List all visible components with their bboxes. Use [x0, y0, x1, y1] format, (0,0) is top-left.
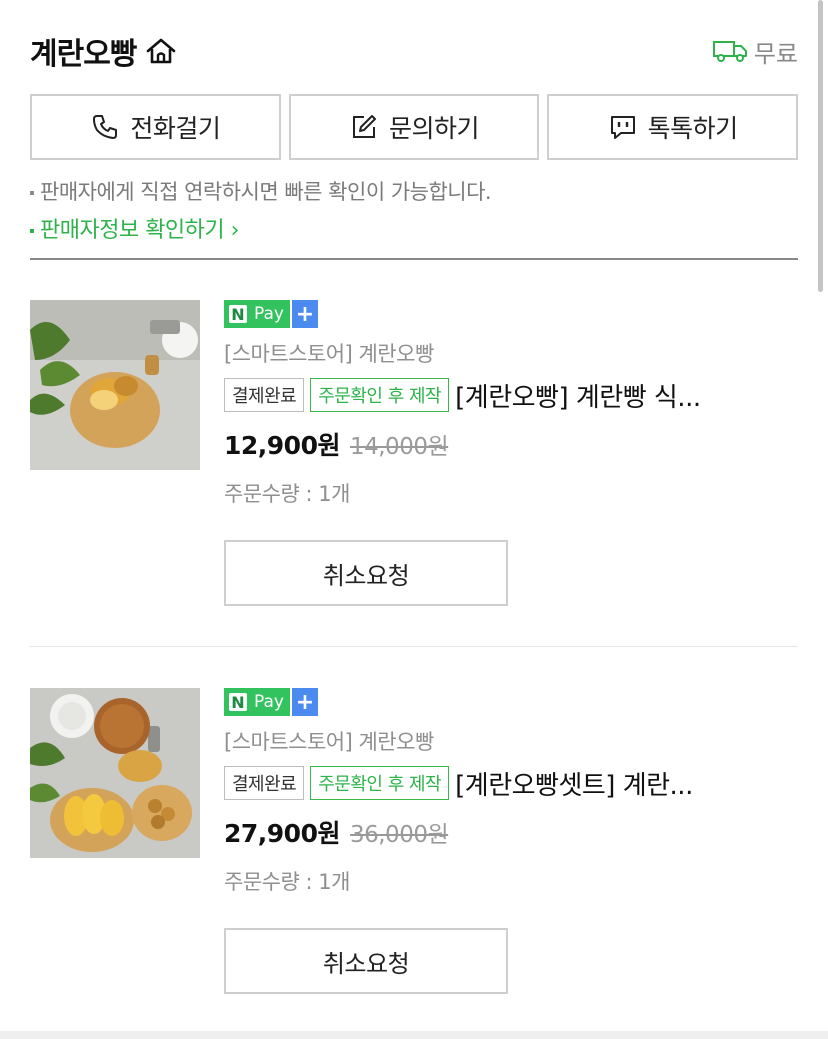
talk-button[interactable]: 톡톡하기: [547, 94, 799, 160]
original-price: 36,000원: [349, 822, 449, 848]
phone-icon: [90, 112, 120, 142]
order-item-info: N Pay + [스마트스토어] 계란오빵 결제완료 주문확인 후 제작 [계란…: [224, 300, 798, 508]
production-badge: 주문확인 후 제작: [310, 766, 450, 800]
section-divider: [30, 258, 798, 260]
order-quantity: 주문수량 : 1개: [224, 870, 350, 894]
npay-badge: N Pay +: [224, 300, 318, 328]
product-title-row: 결제완료 주문확인 후 제작 [계란오빵] 계란빵 식...: [224, 377, 798, 414]
original-price: 14,000원: [349, 434, 449, 460]
npay-label: Pay: [252, 688, 290, 716]
npay-label: Pay: [252, 300, 290, 328]
talk-button-label: 톡톡하기: [647, 114, 739, 143]
seller-name[interactable]: [스마트스토어] 계란오빵: [224, 338, 798, 368]
edit-icon: [349, 112, 379, 142]
product-title[interactable]: [계란오빵셋트] 계란...: [455, 765, 798, 802]
contact-actions: 전화걸기 문의하기 톡톡하기: [30, 94, 799, 160]
seller-info-link[interactable]: 판매자정보 확인하기 ›: [30, 212, 239, 244]
home-icon[interactable]: [144, 36, 178, 66]
chevron-right-icon: ›: [224, 218, 240, 243]
call-button-label: 전화걸기: [130, 114, 221, 143]
payment-status-badge: 결제완료: [224, 766, 305, 800]
truck-icon: [712, 38, 748, 64]
product-title-row: 결제완료 주문확인 후 제작 [계란오빵셋트] 계란...: [224, 765, 798, 802]
call-button[interactable]: 전화걸기: [30, 94, 281, 160]
payment-status-badge: 결제완료: [224, 378, 305, 412]
seller-info-link-label: 판매자정보 확인하기: [40, 218, 225, 243]
contact-notice-text: 판매자에게 직접 연락하시면 빠른 확인이 가능합니다.: [40, 180, 492, 204]
shipping-info: 무료: [712, 34, 798, 69]
product-title[interactable]: [계란오빵] 계란빵 식...: [455, 377, 798, 414]
order-item: N Pay + [스마트스토어] 계란오빵 결제완료 주문확인 후 제작 [계란…: [30, 688, 798, 998]
npay-logo-letter: N: [229, 693, 247, 712]
product-image[interactable]: [30, 300, 200, 470]
npay-badge: N Pay +: [224, 688, 318, 716]
store-title[interactable]: 계란오빵: [30, 29, 178, 73]
price-row: 12,900원 14,000원: [224, 426, 798, 462]
order-item-info: N Pay + [스마트스토어] 계란오빵 결제완료 주문확인 후 제작 [계란…: [224, 688, 798, 896]
store-header: 계란오빵 무료: [30, 26, 798, 76]
price-row: 27,900원 36,000원: [224, 814, 798, 850]
production-badge: 주문확인 후 제작: [310, 378, 450, 412]
inquiry-button-label: 문의하기: [389, 114, 480, 143]
product-image[interactable]: [30, 688, 200, 858]
bottom-separator: [0, 1031, 828, 1039]
chat-icon: [608, 112, 638, 142]
npay-logo-letter: N: [229, 305, 247, 324]
npay-plus: +: [291, 688, 318, 716]
scrollbar[interactable]: [818, 0, 823, 292]
npay-plus: +: [291, 300, 318, 328]
contact-notice: 판매자에게 직접 연락하시면 빠른 확인이 가능합니다.: [30, 176, 492, 206]
seller-name[interactable]: [스마트스토어] 계란오빵: [224, 726, 798, 756]
cancel-request-button[interactable]: 취소요청: [224, 928, 508, 994]
cancel-request-button[interactable]: 취소요청: [224, 540, 508, 606]
store-name[interactable]: 계란오빵: [30, 29, 137, 73]
order-item: N Pay + [스마트스토어] 계란오빵 결제완료 주문확인 후 제작 [계란…: [30, 300, 798, 610]
item-divider: [30, 646, 798, 647]
inquiry-button[interactable]: 문의하기: [288, 94, 540, 160]
shipping-label: 무료: [753, 39, 798, 68]
order-quantity: 주문수량 : 1개: [224, 482, 350, 506]
sale-price: 27,900원: [224, 819, 340, 848]
sale-price: 12,900원: [224, 431, 340, 460]
